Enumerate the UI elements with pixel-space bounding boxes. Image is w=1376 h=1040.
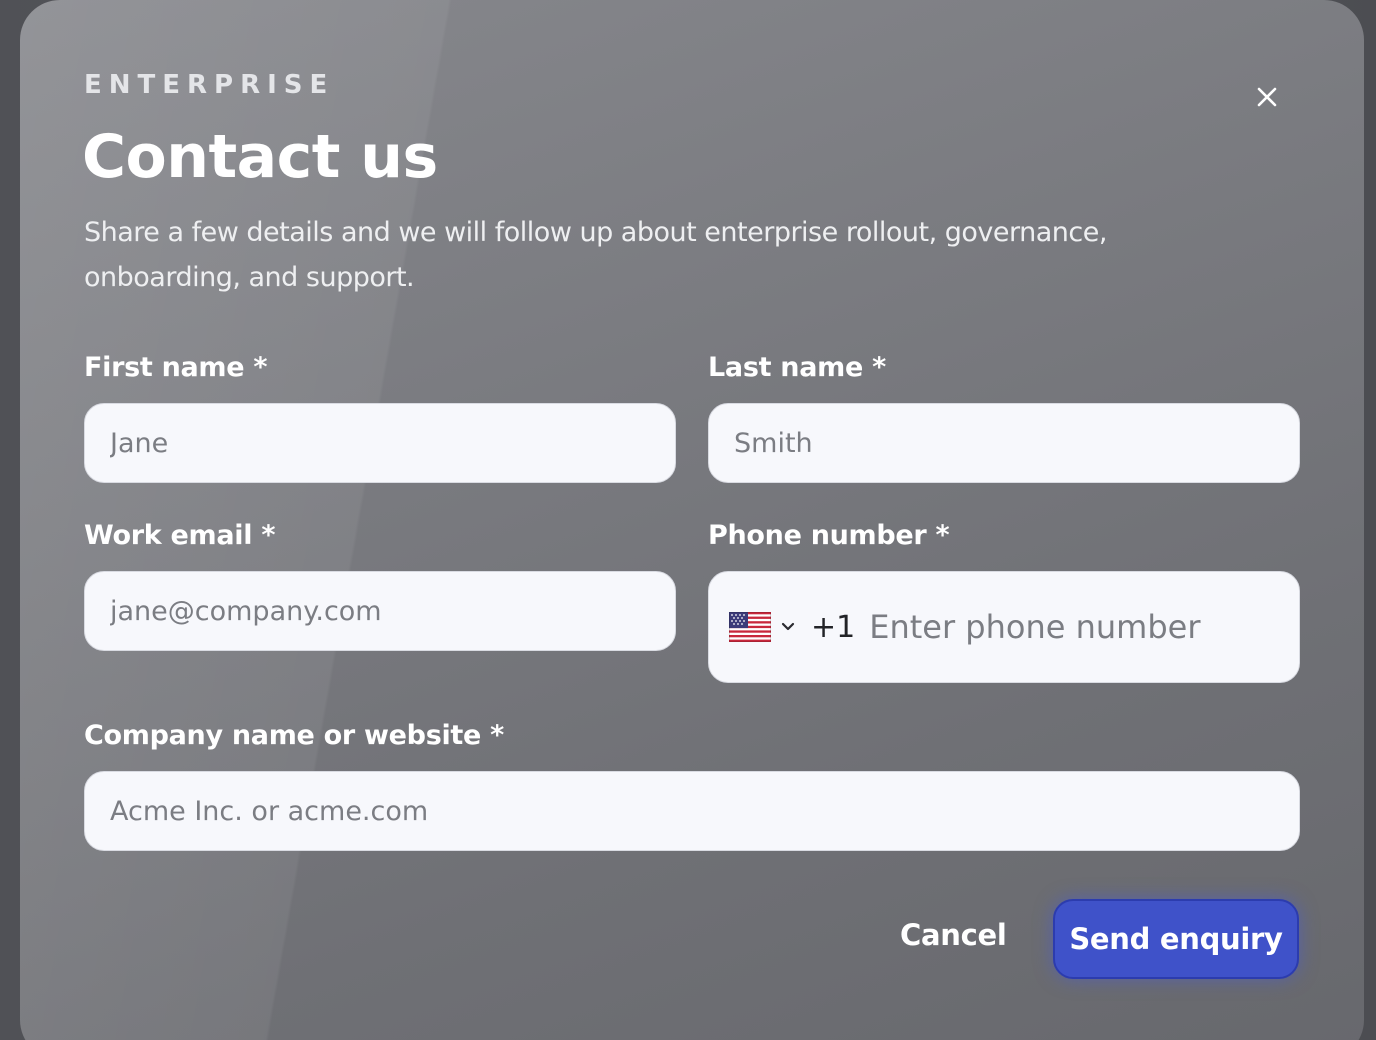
first-name-field (84, 403, 676, 483)
last-name-field (708, 403, 1300, 483)
country-select[interactable] (729, 612, 795, 642)
company-field (84, 771, 1300, 851)
work-email-input[interactable] (85, 572, 675, 650)
contact-modal: ENTERPRISE Contact us Share a few detail… (20, 0, 1364, 1040)
phone-input[interactable] (869, 572, 1299, 682)
company-input[interactable] (85, 772, 1299, 850)
phone-label: Phone number * (708, 520, 950, 551)
first-name-label: First name * (84, 352, 268, 383)
close-button[interactable] (1250, 80, 1284, 114)
last-name-label: Last name * (708, 352, 886, 383)
first-name-input[interactable] (85, 404, 675, 482)
modal-title: Contact us (82, 122, 438, 192)
country-code: +1 (811, 609, 856, 645)
cancel-button[interactable]: Cancel (900, 918, 1007, 952)
last-name-input[interactable] (709, 404, 1299, 482)
phone-field: +1 (708, 571, 1300, 683)
us-flag-icon (729, 612, 771, 642)
close-icon (1257, 87, 1277, 107)
send-enquiry-button[interactable]: Send enquiry (1053, 899, 1299, 979)
work-email-label: Work email * (84, 520, 276, 551)
work-email-field (84, 571, 676, 651)
company-label: Company name or website * (84, 720, 504, 751)
modal-eyebrow: ENTERPRISE (84, 70, 335, 100)
chevron-down-icon (781, 622, 795, 631)
modal-description: Share a few details and we will follow u… (84, 217, 1107, 293)
